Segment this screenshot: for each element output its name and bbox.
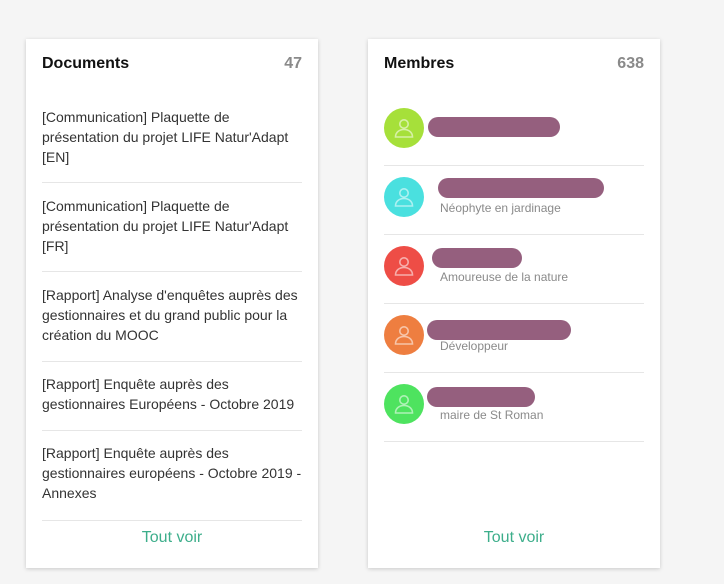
documents-list: [Communication] Plaquette de présentatio… bbox=[42, 97, 302, 521]
documents-card: Documents 47 [Communication] Plaquette d… bbox=[26, 39, 318, 568]
member-item[interactable]: Néophyte en jardinage bbox=[384, 166, 644, 235]
document-item[interactable]: [Communication] Plaquette de présentatio… bbox=[42, 97, 302, 183]
documents-see-all-link[interactable]: Tout voir bbox=[26, 529, 318, 547]
user-icon bbox=[394, 395, 414, 414]
document-item[interactable]: [Rapport] Enquête auprès des gestionnair… bbox=[42, 431, 302, 521]
members-count: 638 bbox=[617, 55, 644, 72]
documents-title: Documents bbox=[42, 55, 130, 72]
member-item[interactable] bbox=[384, 97, 644, 166]
member-name-redacted bbox=[427, 387, 535, 407]
member-name-redacted bbox=[438, 178, 604, 198]
user-icon bbox=[394, 257, 414, 276]
members-list: Néophyte en jardinage Amoureuse de la na… bbox=[384, 97, 644, 442]
member-role: Amoureuse de la nature bbox=[440, 270, 569, 284]
member-item[interactable]: Amoureuse de la nature bbox=[384, 235, 644, 304]
member-item[interactable]: maire de St Roman bbox=[384, 373, 644, 442]
members-card: Membres 638 Néophyte en jardinage Amoure… bbox=[368, 39, 660, 568]
documents-count: 47 bbox=[284, 55, 302, 72]
user-icon bbox=[394, 188, 414, 207]
member-name-redacted bbox=[428, 117, 560, 137]
member-name-redacted bbox=[427, 320, 571, 340]
member-name-redacted bbox=[432, 248, 522, 268]
members-title: Membres bbox=[384, 55, 455, 72]
member-role: Néophyte en jardinage bbox=[440, 201, 561, 215]
avatar[interactable] bbox=[384, 177, 424, 217]
user-icon bbox=[394, 326, 414, 345]
document-item[interactable]: [Communication] Plaquette de présentatio… bbox=[42, 183, 302, 272]
avatar[interactable] bbox=[384, 246, 424, 286]
user-icon bbox=[394, 119, 414, 138]
avatar[interactable] bbox=[384, 108, 424, 148]
member-role: maire de St Roman bbox=[440, 408, 544, 422]
document-item[interactable]: [Rapport] Analyse d'enquêtes auprès des … bbox=[42, 272, 302, 362]
member-item[interactable]: Développeur bbox=[384, 304, 644, 373]
avatar[interactable] bbox=[384, 384, 424, 424]
avatar[interactable] bbox=[384, 315, 424, 355]
document-item[interactable]: [Rapport] Enquête auprès des gestionnair… bbox=[42, 362, 302, 431]
members-see-all-link[interactable]: Tout voir bbox=[368, 529, 660, 547]
member-role: Développeur bbox=[440, 339, 509, 353]
documents-header: Documents 47 bbox=[42, 55, 302, 73]
members-header: Membres 638 bbox=[384, 55, 644, 73]
